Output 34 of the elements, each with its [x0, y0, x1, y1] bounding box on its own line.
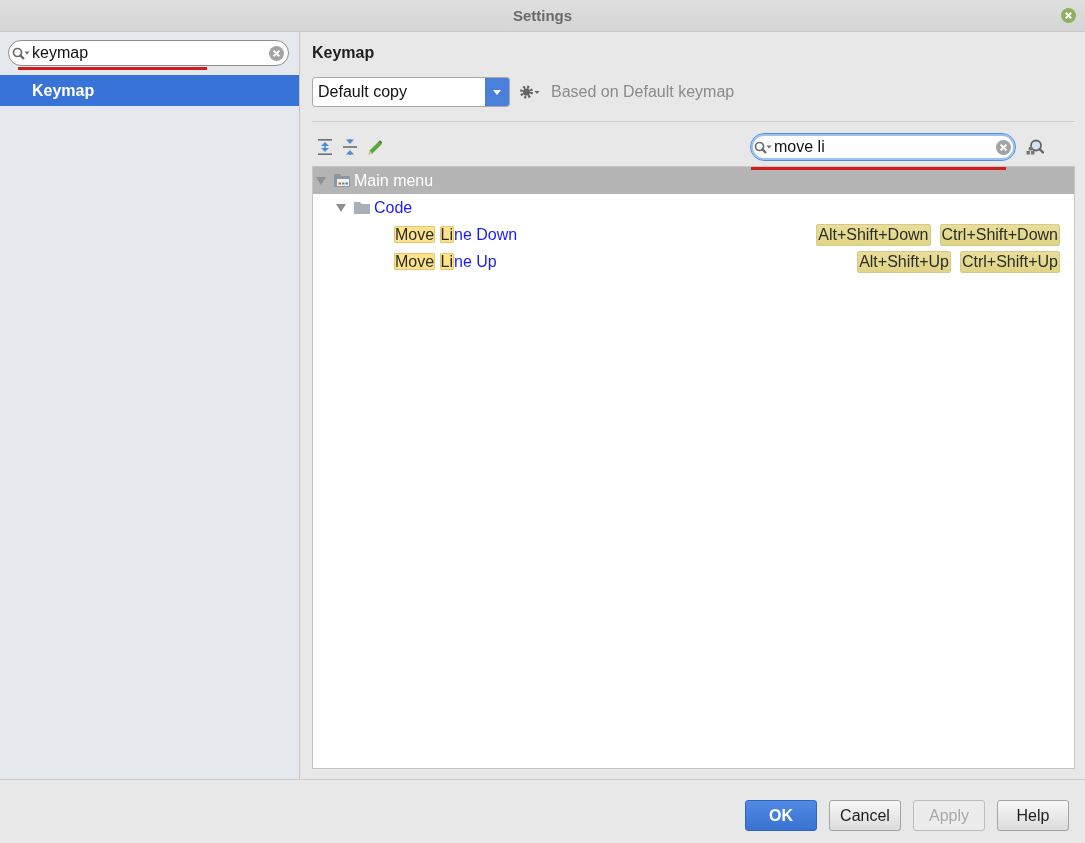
- keymap-dropdown[interactable]: Default copy: [312, 77, 510, 107]
- clear-icon[interactable]: [269, 45, 284, 61]
- search-field[interactable]: keymap: [8, 40, 289, 66]
- folder-icon: [354, 201, 370, 214]
- menu-folder-icon: [334, 174, 350, 187]
- tree-node-label: Code: [374, 197, 413, 218]
- sidebar-item[interactable]: Keymap: [0, 75, 299, 106]
- caret-down-icon[interactable]: [336, 203, 346, 212]
- clear-icon[interactable]: [996, 139, 1011, 155]
- search-icon[interactable]: [12, 46, 30, 60]
- search-field[interactable]: move li: [750, 133, 1016, 161]
- section-title: Keymap: [312, 43, 375, 63]
- keyboard-shortcut: Ctrl+Shift+Down: [939, 223, 1060, 246]
- expand-all-icon[interactable]: [318, 139, 332, 155]
- based-on-label: Based on Default keymap: [551, 83, 735, 101]
- action-label: Move Line Up: [394, 251, 497, 272]
- tree-node-label: Main menu: [354, 170, 434, 191]
- magnifier-icon[interactable]: [1026, 138, 1044, 156]
- tree-row[interactable]: Move Line Down Alt+Shift+Down Ctrl+Shift+Down: [313, 221, 1074, 248]
- window-title: Settings: [512, 7, 573, 24]
- dialog-button[interactable]: Help: [997, 800, 1069, 831]
- collapse-all-icon[interactable]: [343, 139, 357, 155]
- dialog-button[interactable]: Cancel: [829, 800, 901, 831]
- keyboard-shortcut: Alt+Shift+Down: [816, 223, 931, 246]
- keyboard-shortcut: Ctrl+Shift+Up: [959, 250, 1060, 273]
- dialog-button[interactable]: OK: [745, 800, 817, 831]
- search-icon[interactable]: [754, 140, 772, 154]
- tree-row[interactable]: Move Line Up Alt+Shift+Up Ctrl+Shift+Up: [313, 248, 1074, 275]
- pencil-icon[interactable]: [368, 139, 382, 155]
- keyboard-shortcut: Alt+Shift+Up: [857, 250, 951, 273]
- action-label: Move Line Down: [394, 224, 518, 245]
- gear-icon[interactable]: [520, 85, 540, 99]
- close-icon[interactable]: [1061, 8, 1076, 23]
- tree-row[interactable]: Code: [313, 194, 1074, 221]
